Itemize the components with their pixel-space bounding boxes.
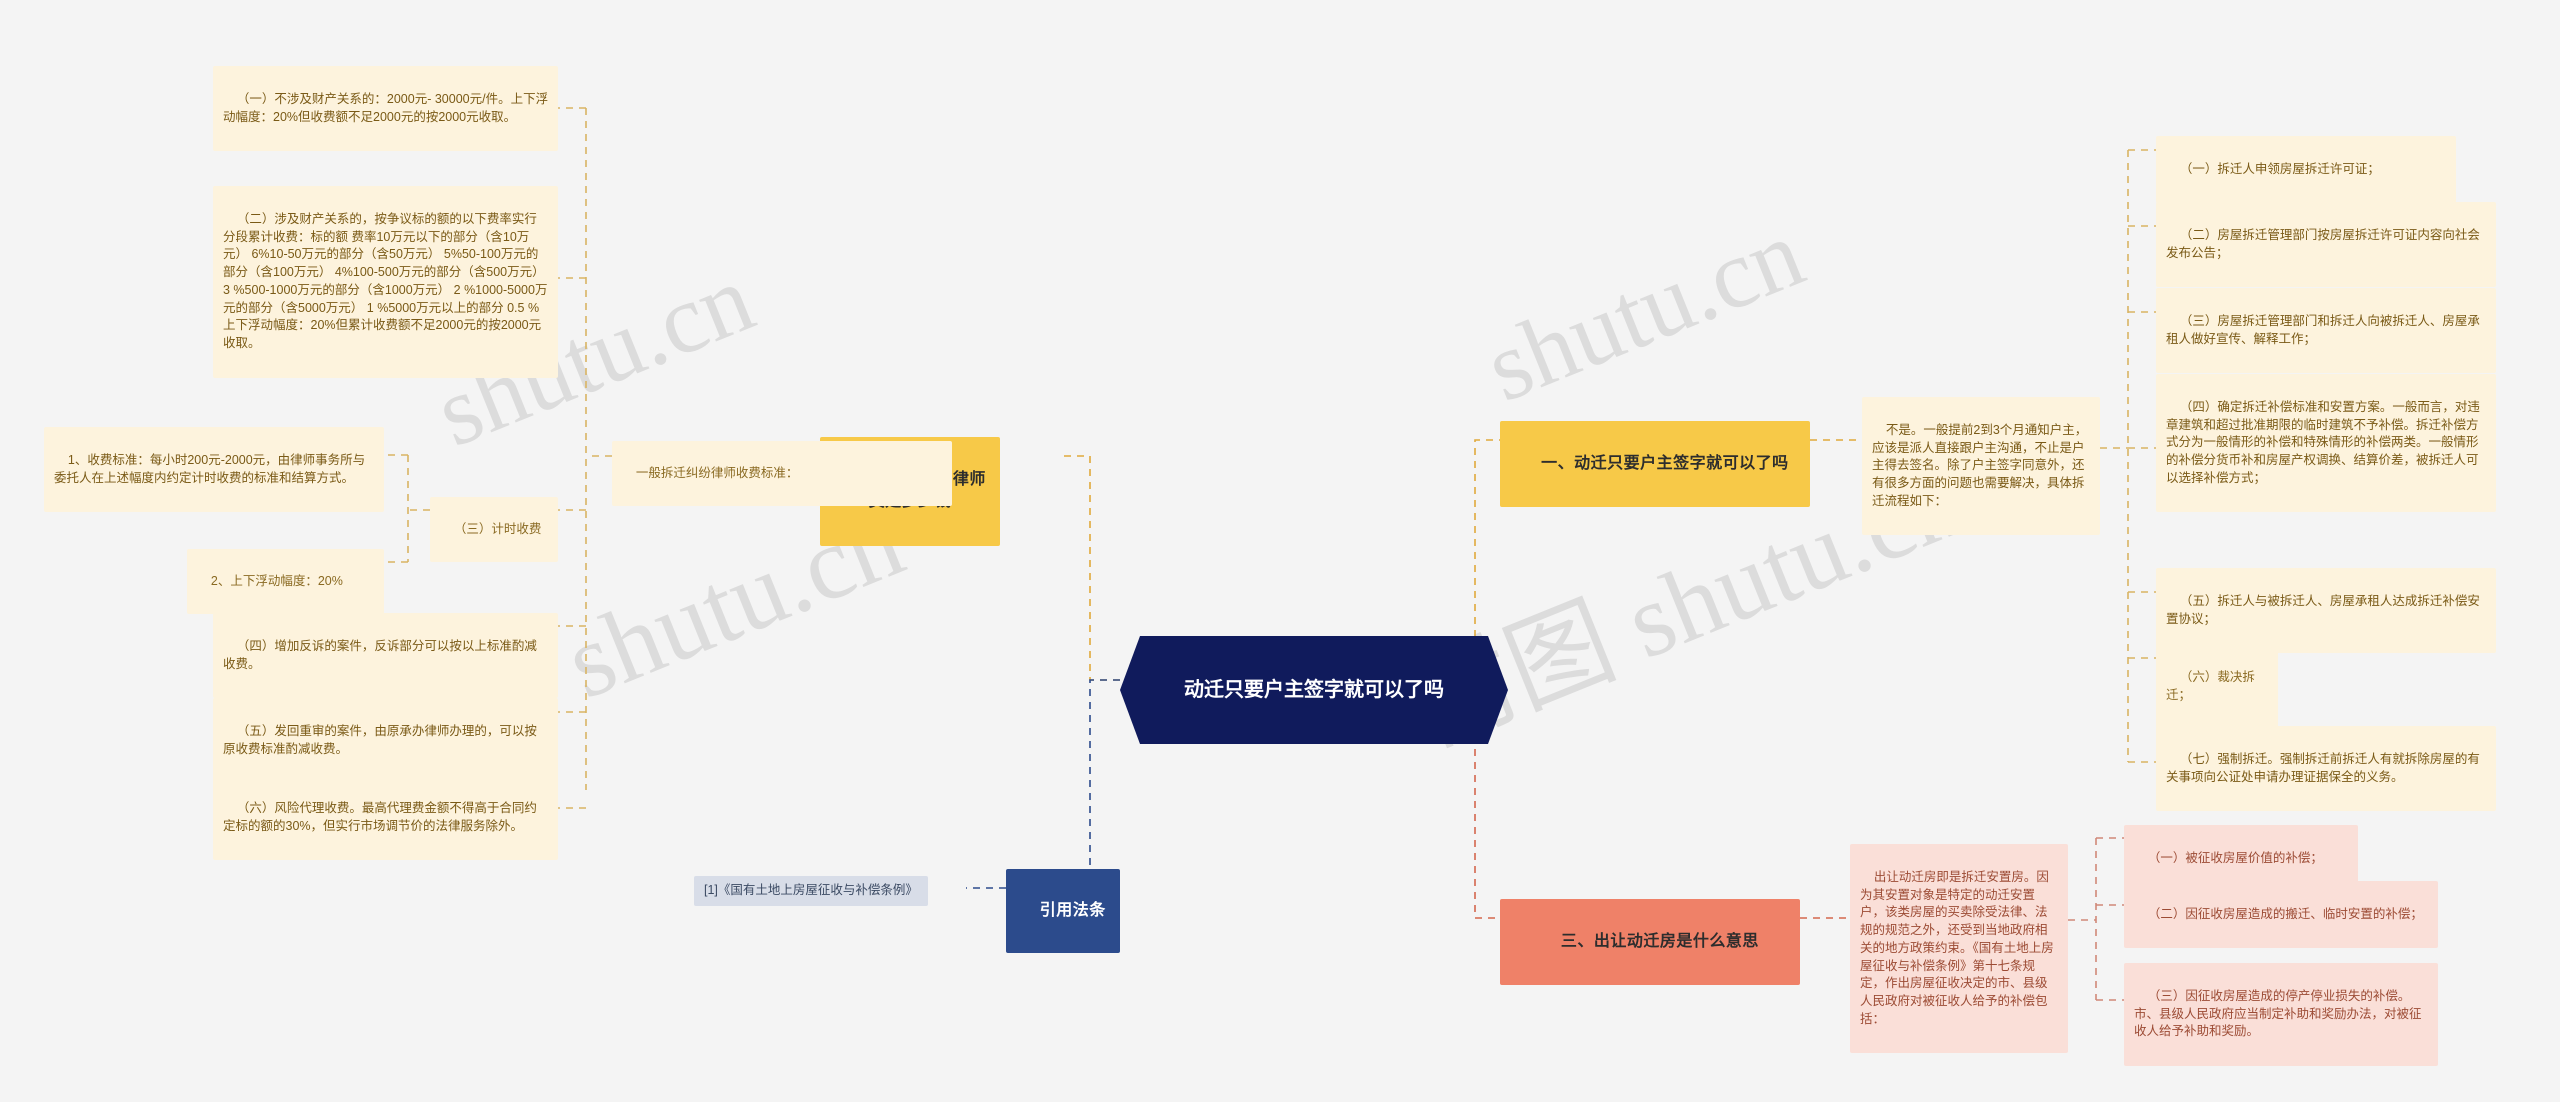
branch-1-item-1: （一）拆迁人申领房屋拆迁许可证； xyxy=(2156,136,2456,204)
branch-2-item-4-text: （四）增加反诉的案件，反诉部分可以按以上标准酌减收费。 xyxy=(223,638,537,671)
branch-2-summary-text: 一般拆迁纠纷律师收费标准： xyxy=(635,465,799,480)
branch-1-item-2-text: （二）房屋拆迁管理部门按房屋拆迁许可证内容向社会发布公告； xyxy=(2166,227,2480,260)
branch-2-item-2: （二）涉及财产关系的，按争议标的额的以下费率实行分段累计收费：标的额 费率10万… xyxy=(213,186,558,378)
branch-3-item-3-text: （三）因征收房屋造成的停产停业损失的补偿。市、县级人民政府应当制定补助和奖励办法… xyxy=(2134,988,2422,1039)
branch-1-item-6: （六）裁决拆迁； xyxy=(2156,645,2278,728)
branch-2-item-4: （四）增加反诉的案件，反诉部分可以按以上标准酌减收费。 xyxy=(213,613,558,698)
branch-1-item-5-text: （五）拆迁人与被拆迁人、房屋承租人达成拆迁补偿安置协议； xyxy=(2166,593,2480,626)
branch-1-item-7: （七）强制拆迁。强制拆迁前拆迁人有就拆除房屋的有关事项向公证处申请办理证据保全的… xyxy=(2156,726,2496,811)
branch-2-item-2-text: （二）涉及财产关系的，按争议标的额的以下费率实行分段累计收费：标的额 费率10万… xyxy=(223,211,549,350)
branch-1-item-1-text: （一）拆迁人申领房屋拆迁许可证； xyxy=(2179,161,2380,176)
watermark-text: shutu.cn xyxy=(1471,199,1818,423)
branch-2-subitem-1: 1、收费标准：每小时200元-2000元，由律师事务所与委托人在上述幅度内约定计… xyxy=(44,427,384,512)
branch-2-summary: 一般拆迁纠纷律师收费标准： xyxy=(612,441,952,507)
branch-1-item-6-text: （六）裁决拆迁； xyxy=(2166,669,2255,702)
branch-3-item-2: （二）因征收房屋造成的搬迁、临时安置的补偿； xyxy=(2124,881,2438,949)
branch-node-1[interactable]: 一、动迁只要户主签字就可以了吗 xyxy=(1500,421,1810,508)
branch-3-item-3: （三）因征收房屋造成的停产停业损失的补偿。市、县级人民政府应当制定补助和奖励办法… xyxy=(2124,963,2438,1066)
branch-4-label: 引用法条 xyxy=(1039,901,1106,919)
branch-2-subitem-2: 2、上下浮动幅度：20% xyxy=(187,549,384,615)
branch-2-item-6-text: （六）风险代理收费。最高代理费金额不得高于合同约定标的额的30%，但实行市场调节… xyxy=(223,800,537,833)
branch-1-item-7-text: （七）强制拆迁。强制拆迁前拆迁人有就拆除房屋的有关事项向公证处申请办理证据保全的… xyxy=(2166,751,2480,784)
branch-1-item-5: （五）拆迁人与被拆迁人、房屋承租人达成拆迁补偿安置协议； xyxy=(2156,568,2496,653)
branch-1-item-3-text: （三）房屋拆迁管理部门和拆迁人向被拆迁人、房屋承租人做好宣传、解释工作； xyxy=(2166,313,2480,346)
branch-3-summary: 出让动迁房即是拆迁安置房。因为其安置对象是特定的动迁安置户，该类房屋的买卖除受法… xyxy=(1850,844,2068,1054)
branch-1-summary-text: 不是。一般提前2到3个月通知户主，应该是派人直接跟户主沟通，不止是户主得去签名。… xyxy=(1872,422,2088,508)
branch-2-item-5: （五）发回重审的案件，由原承办律师办理的，可以按原收费标准酌减收费。 xyxy=(213,698,558,783)
root-node[interactable]: 动迁只要户主签字就可以了吗 xyxy=(1120,636,1508,744)
branch-1-item-3: （三）房屋拆迁管理部门和拆迁人向被拆迁人、房屋承租人做好宣传、解释工作； xyxy=(2156,288,2496,373)
branch-2-item-6: （六）风险代理收费。最高代理费金额不得高于合同约定标的额的30%，但实行市场调节… xyxy=(213,775,558,860)
branch-1-item-2: （二）房屋拆迁管理部门按房屋拆迁许可证内容向社会发布公告； xyxy=(2156,202,2496,287)
root-label: 动迁只要户主签字就可以了吗 xyxy=(1184,678,1444,701)
mindmap-canvas: shutu.cn shutu.cn 树图 shutu.cn 树图 shutu.c… xyxy=(0,0,2560,1102)
branch-2-item-1-text: （一）不涉及财产关系的：2000元- 30000元/件。上下浮动幅度：20%但收… xyxy=(223,91,549,124)
branch-2-subitem-1-text: 1、收费标准：每小时200元-2000元，由律师事务所与委托人在上述幅度内约定计… xyxy=(54,452,366,485)
branch-3-item-2-text: （二）因征收房屋造成的搬迁、临时安置的补偿； xyxy=(2147,906,2423,921)
law-citation-chip[interactable]: [1]《国有土地上房屋征收与补偿条例》 xyxy=(694,876,928,906)
branch-node-4[interactable]: 引用法条 xyxy=(1006,869,1120,954)
branch-2-subitem-2-text: 2、上下浮动幅度：20% xyxy=(210,573,343,588)
branch-1-label: 一、动迁只要户主签字就可以了吗 xyxy=(1541,454,1789,472)
branch-2-item-3-text: （三）计时收费 xyxy=(453,521,542,536)
branch-1-item-4: （四）确定拆迁补偿标准和安置方案。一般而言，对违章建筑和超过批准期限的临时建筑不… xyxy=(2156,374,2496,513)
law-citation-text: [1]《国有土地上房屋征收与补偿条例》 xyxy=(704,883,918,897)
branch-1-summary: 不是。一般提前2到3个月通知户主，应该是派人直接跟户主沟通，不止是户主得去签名。… xyxy=(1862,397,2100,536)
branch-node-3[interactable]: 三、出让动迁房是什么意思 xyxy=(1500,899,1800,986)
branch-2-item-3: （三）计时收费 xyxy=(430,497,558,563)
branch-2-item-1: （一）不涉及财产关系的：2000元- 30000元/件。上下浮动幅度：20%但收… xyxy=(213,66,558,151)
branch-3-item-1-text: （一）被征收房屋价值的补偿； xyxy=(2147,850,2323,865)
branch-2-item-5-text: （五）发回重审的案件，由原承办律师办理的，可以按原收费标准酌减收费。 xyxy=(223,723,537,756)
branch-1-item-4-text: （四）确定拆迁补偿标准和安置方案。一般而言，对违章建筑和超过批准期限的临时建筑不… xyxy=(2166,399,2480,485)
branch-3-summary-text: 出让动迁房即是拆迁安置房。因为其安置对象是特定的动迁安置户，该类房屋的买卖除受法… xyxy=(1860,869,2054,1026)
branch-3-label: 三、出让动迁房是什么意思 xyxy=(1560,932,1759,950)
